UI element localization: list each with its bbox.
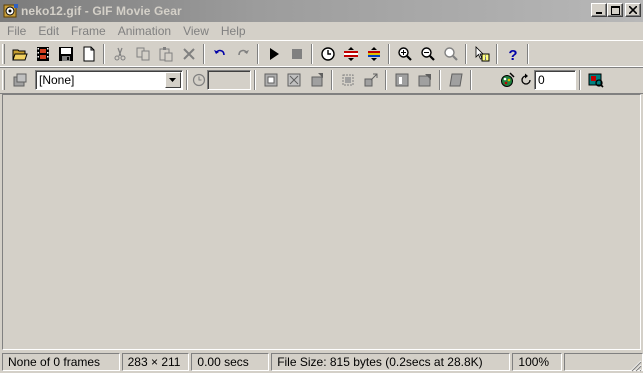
context-help-icon[interactable]: i <box>470 43 493 65</box>
menu-animation[interactable]: Animation <box>112 24 177 38</box>
position-icon <box>305 69 328 91</box>
global-palette-icon[interactable] <box>495 69 518 91</box>
resize-grip[interactable] <box>630 360 642 372</box>
toolbar-separator <box>257 44 259 64</box>
toolbar-separator <box>331 70 333 90</box>
minimize-button[interactable] <box>591 3 607 17</box>
toolbar-separator <box>388 44 390 64</box>
maximize-button[interactable] <box>607 3 623 17</box>
disposal-icon <box>282 69 305 91</box>
menu-frame[interactable]: Frame <box>65 24 112 38</box>
menu-bar: File Edit Frame Animation View Help <box>0 22 643 40</box>
status-zoom: 100% <box>512 353 563 371</box>
save-icon[interactable] <box>54 43 77 65</box>
filmstrip-icon[interactable] <box>31 43 54 65</box>
svg-text:i: i <box>484 54 486 62</box>
stop-icon <box>285 43 308 65</box>
status-dimensions: 283 × 211 <box>121 353 190 371</box>
zoom-in-icon[interactable] <box>393 43 416 65</box>
loop-icon <box>518 69 534 91</box>
undo-icon[interactable] <box>208 43 231 65</box>
toolbar-separator <box>579 70 581 90</box>
toolbar-separator <box>496 44 498 64</box>
toolbar-grip[interactable] <box>2 70 5 90</box>
frame-effects-icon <box>444 69 467 91</box>
window-title: neko12.gif - GIF Movie Gear <box>21 4 182 18</box>
redo-icon <box>231 43 254 65</box>
new-document-icon[interactable] <box>77 43 100 65</box>
main-toolbar: i ? <box>0 40 643 68</box>
frame-properties-icon <box>8 69 31 91</box>
menu-file[interactable]: File <box>1 24 32 38</box>
status-duration: 0.00 secs <box>191 353 270 371</box>
close-button[interactable] <box>625 3 641 17</box>
menu-edit[interactable]: Edit <box>32 24 65 38</box>
menu-help[interactable]: Help <box>215 24 252 38</box>
reduce-colors-icon[interactable] <box>362 43 385 65</box>
copy-icon <box>131 43 154 65</box>
loop-count-field[interactable]: 0 <box>534 70 576 90</box>
rotate-icon <box>413 69 436 91</box>
frame-select-combo[interactable]: [None] <box>35 70 183 90</box>
status-frames: None of 0 frames <box>2 353 120 371</box>
help-icon[interactable]: ? <box>501 43 524 65</box>
animation-canvas[interactable] <box>2 94 641 350</box>
frame-toolbar: [None] 0 <box>0 66 643 94</box>
paste-icon <box>154 43 177 65</box>
toolbar-separator <box>311 44 313 64</box>
resize-icon <box>359 69 382 91</box>
title-bar: neko12.gif - GIF Movie Gear <box>0 0 643 22</box>
svg-text:?: ? <box>508 47 517 62</box>
status-bar: None of 0 frames 283 × 211 0.00 secs Fil… <box>0 351 643 373</box>
preview-browser-icon[interactable] <box>584 69 607 91</box>
open-folder-icon[interactable] <box>8 43 31 65</box>
transparency-icon <box>259 69 282 91</box>
toolbar-separator <box>186 70 188 90</box>
toolbar-grip[interactable] <box>2 44 5 64</box>
zoom-reset-icon <box>439 43 462 65</box>
crop-icon <box>336 69 359 91</box>
toolbar-separator <box>254 70 256 90</box>
status-file-size: File Size: 815 bytes (0.2secs at 28.8K) <box>271 353 511 371</box>
toolbar-separator <box>465 44 467 64</box>
delay-field <box>207 70 251 90</box>
gif-movie-gear-icon[interactable] <box>3 3 19 19</box>
toolbar-separator <box>203 44 205 64</box>
timing-icon[interactable] <box>316 43 339 65</box>
toolbar-separator <box>439 70 441 90</box>
toolbar-separator <box>103 44 105 64</box>
play-icon[interactable] <box>262 43 285 65</box>
toolbar-separator <box>385 70 387 90</box>
zoom-out-icon[interactable] <box>416 43 439 65</box>
toolbar-separator <box>470 70 472 90</box>
cut-icon <box>108 43 131 65</box>
frame-select-value: [None] <box>39 73 75 87</box>
menu-view[interactable]: View <box>177 24 215 38</box>
delay-clock-icon <box>191 69 207 91</box>
toolbar-separator <box>527 44 529 64</box>
flip-icon <box>390 69 413 91</box>
delete-icon <box>177 43 200 65</box>
optimize-icon[interactable] <box>339 43 362 65</box>
chevron-down-icon[interactable] <box>165 72 181 88</box>
